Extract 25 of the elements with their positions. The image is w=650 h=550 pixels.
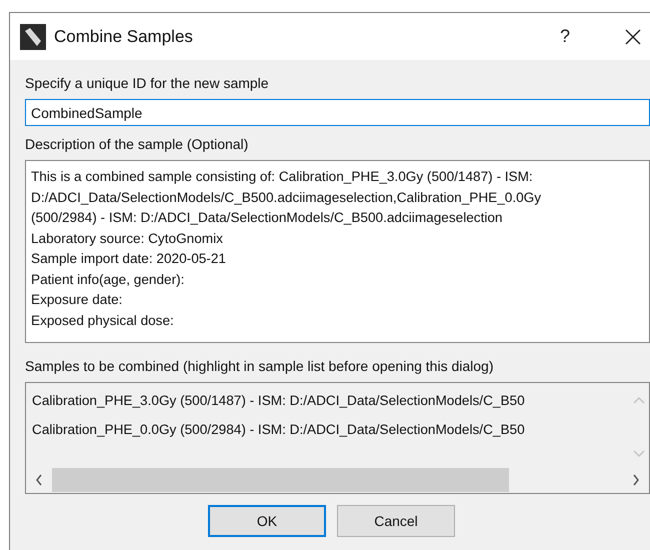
description-text-area[interactable]	[25, 160, 650, 343]
close-icon	[625, 28, 641, 44]
dialog-button[interactable]: OK	[208, 505, 326, 537]
dialog-button[interactable]: Cancel	[337, 505, 455, 537]
samples-label: Samples to be combined (highlight in sample list before opening this dialog)	[25, 357, 494, 375]
close-button[interactable]	[625, 28, 641, 44]
description-line: D:/ADCI_Data/SelectionModels/C_B500.adciimageselection,Calibration_PHE_0.0Gy	[31, 188, 542, 207]
description-line: Patient info(age, gender):	[31, 270, 186, 289]
scrollbar-thumb[interactable]	[52, 468, 509, 492]
sample-list-item[interactable]: Calibration_PHE_0.0Gy (500/2984) - ISM: D:/ADCI_Data/SelectionModels/C_B50	[32, 420, 623, 439]
app-icon	[20, 24, 46, 50]
window-title: Combine Samples	[54, 26, 194, 46]
scroll-right-icon[interactable]	[631, 473, 641, 487]
id-input-field[interactable]: CombinedSample	[25, 99, 650, 126]
scroll-left-icon[interactable]	[34, 473, 44, 487]
id-label: Specify a unique ID for the new sample	[25, 74, 270, 92]
description-line: Sample import date: 2020-05-21	[31, 250, 227, 268]
description-line: Exposure date:	[31, 291, 124, 309]
help-button[interactable]: ?	[560, 26, 570, 47]
description-label: Description of the sample (Optional)	[25, 135, 250, 153]
description-line: Laboratory source: CytoGnomix	[31, 230, 224, 248]
sample-list-item[interactable]: Calibration_PHE_3.0Gy (500/1487) - ISM: D:/ADCI_Data/SelectionModels/C_B50	[32, 391, 623, 410]
description-line: This is a combined sample consisting of: Calibration_PHE_3.0Gy (500/1487) - ISM:	[31, 168, 534, 186]
description-line: Exposed physical dose:	[31, 312, 175, 330]
description-line: (500/2984) - ISM: D:/ADCI_Data/SelectionModels/C_B500.adciimageselection	[31, 209, 504, 227]
